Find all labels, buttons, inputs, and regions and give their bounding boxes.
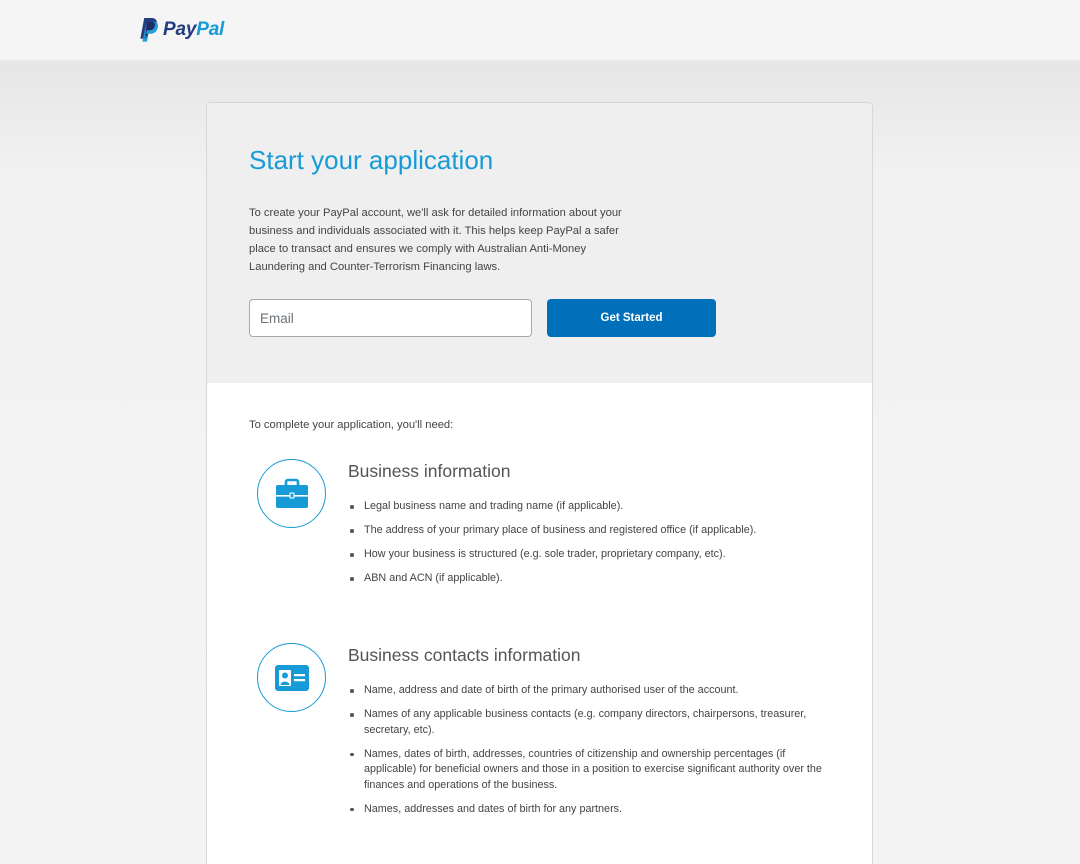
list-item: How your business is structured (e.g. so… (348, 547, 828, 563)
list-item: Names, dates of birth, addresses, countr… (348, 747, 828, 794)
list-item: ABN and ACN (if applicable). (348, 571, 828, 587)
application-card: Start your application To create your Pa… (206, 102, 873, 864)
top-header: PayPal (0, 0, 1080, 61)
id-card-icon (257, 643, 326, 712)
business-contacts-title: Business contacts information (348, 645, 581, 665)
logo-text-pay: Pay (163, 19, 197, 40)
list-item: Names of any applicable business contact… (348, 707, 828, 738)
business-information-title: Business information (348, 461, 511, 481)
requirements-intro: To complete your application, you'll nee… (249, 419, 454, 431)
list-item: Names, addresses and dates of birth for … (348, 802, 828, 818)
logo-text-pal: Pal (196, 19, 225, 40)
list-item: Name, address and date of birth of the p… (348, 683, 828, 699)
page-title: Start your application (249, 145, 494, 175)
business-contacts-list: Name, address and date of birth of the p… (348, 683, 828, 826)
hero-description: To create your PayPal account, we'll ask… (249, 207, 622, 273)
paypal-wordmark: PayPal (163, 18, 224, 42)
paypal-logo[interactable]: PayPal (138, 18, 224, 42)
briefcase-icon (257, 459, 326, 528)
email-field[interactable] (249, 299, 532, 337)
hero-panel: Start your application To create your Pa… (207, 103, 872, 383)
list-item: The address of your primary place of bus… (348, 523, 828, 539)
list-item: Legal business name and trading name (if… (348, 499, 828, 515)
get-started-button[interactable]: Get Started (547, 299, 716, 337)
business-information-list: Legal business name and trading name (if… (348, 499, 828, 595)
paypal-p-icon (140, 18, 158, 42)
